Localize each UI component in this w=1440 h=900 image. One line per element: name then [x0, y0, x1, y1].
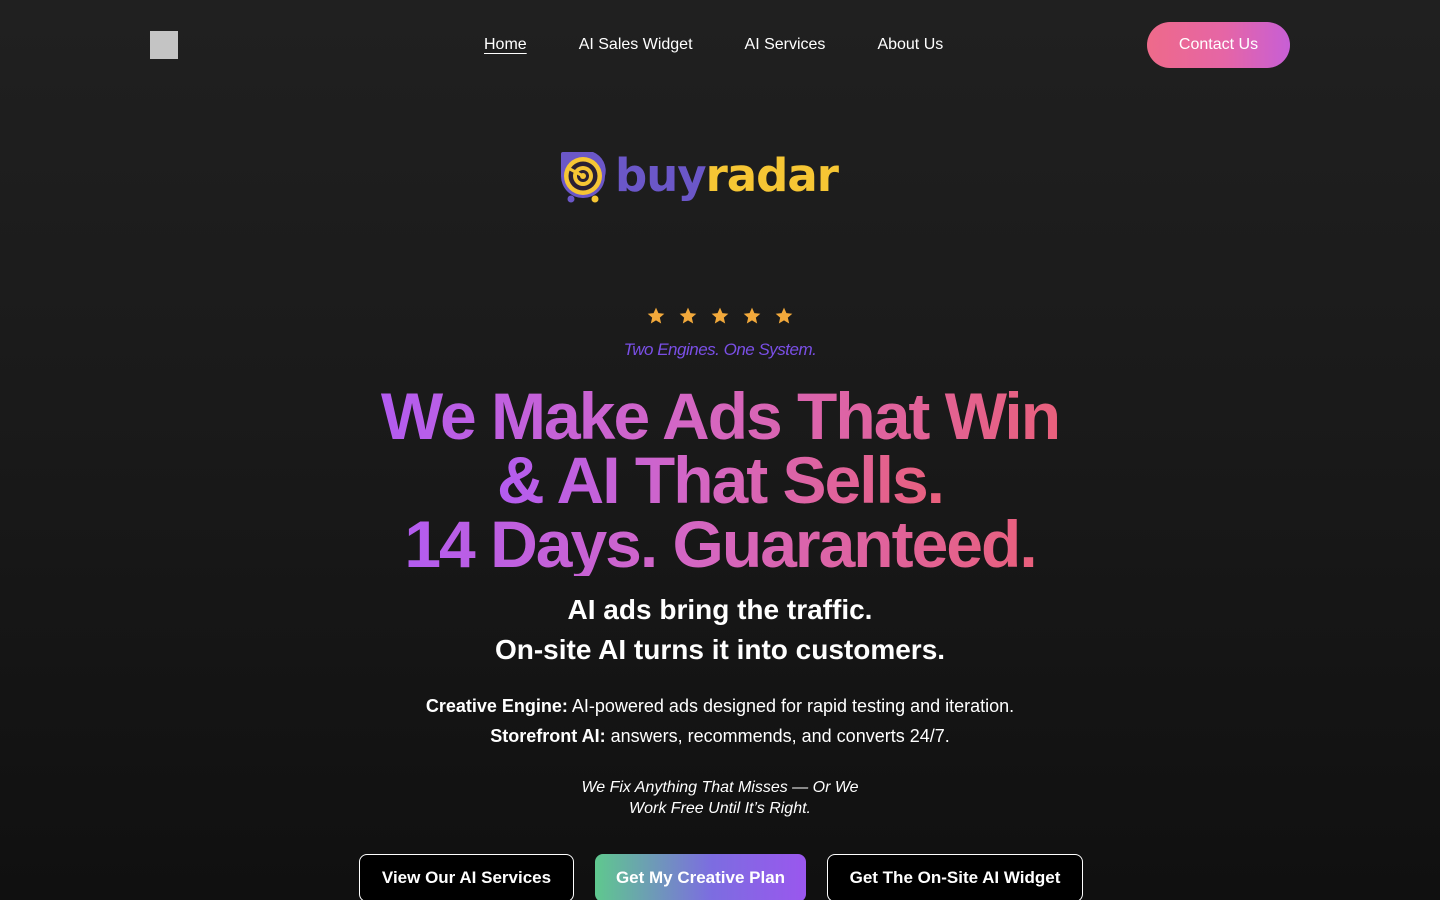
- contact-us-button[interactable]: Contact Us: [1147, 22, 1290, 68]
- headline-line-1: We Make Ads That Win: [380, 379, 1061, 453]
- rating-stars: [0, 306, 1440, 326]
- headline-line-3: 14 Days. Guaranteed.: [404, 507, 1037, 581]
- site-logo-placeholder[interactable]: [150, 31, 178, 59]
- star-icon: [647, 307, 665, 324]
- guarantee-line-1: We Fix Anything That Misses — Or We: [581, 779, 859, 796]
- nav-ai-services[interactable]: AI Services: [745, 33, 826, 57]
- brand-word-buy: buy: [615, 149, 707, 202]
- get-creative-plan-button[interactable]: Get My Creative Plan: [595, 854, 806, 900]
- star-icon: [775, 307, 793, 324]
- get-ai-widget-button[interactable]: Get The On-Site AI Widget: [827, 854, 1083, 900]
- subheadline-line-2: On-site AI turns it into customers.: [494, 634, 946, 665]
- nav-about-us[interactable]: About Us: [877, 33, 943, 57]
- hero-headline: We Make Ads That Win & AI That Sells. 14…: [0, 379, 1440, 581]
- hero-subheadline: AI ads bring the traffic. On-site AI tur…: [0, 590, 1440, 670]
- guarantee-line-2: Work Free Until It’s Right.: [629, 800, 811, 817]
- brand-word-radar: radar: [705, 149, 839, 202]
- landing-page: Home AI Sales Widget AI Services About U…: [0, 0, 1440, 900]
- subheadline-line-1: AI ads bring the traffic.: [567, 594, 873, 625]
- radar-icon: [561, 152, 606, 203]
- brand-wordmark: buyradar: [615, 148, 839, 204]
- guarantee-text: We Fix Anything That Misses — Or We Work…: [0, 777, 1440, 819]
- star-icon: [711, 307, 729, 324]
- star-icon: [743, 307, 761, 324]
- feature-text: AI-powered ads designed for rapid testin…: [567, 696, 1015, 716]
- feature-label: Storefront AI:: [490, 726, 606, 746]
- hero-tagline: Two Engines. One System.: [623, 340, 817, 359]
- feature-list: Creative Engine: AI-powered ads designed…: [0, 691, 1440, 751]
- feature-storefront-ai: Storefront AI: answers, recommends, and …: [0, 721, 1440, 751]
- brand-logo: buyradar: [557, 148, 839, 204]
- feature-creative-engine: Creative Engine: AI-powered ads designed…: [0, 691, 1440, 721]
- feature-label: Creative Engine:: [425, 696, 568, 716]
- headline-line-2: & AI That Sells.: [497, 443, 945, 517]
- main-nav: Home AI Sales Widget AI Services About U…: [484, 33, 943, 57]
- feature-text: answers, recommends, and converts 24/7.: [605, 726, 950, 746]
- nav-home[interactable]: Home: [484, 33, 527, 57]
- view-ai-services-button[interactable]: View Our AI Services: [359, 854, 574, 900]
- star-icon: [679, 307, 697, 324]
- nav-ai-sales-widget[interactable]: AI Sales Widget: [579, 33, 693, 57]
- cta-buttons: View Our AI Services Get My Creative Pla…: [359, 854, 1083, 900]
